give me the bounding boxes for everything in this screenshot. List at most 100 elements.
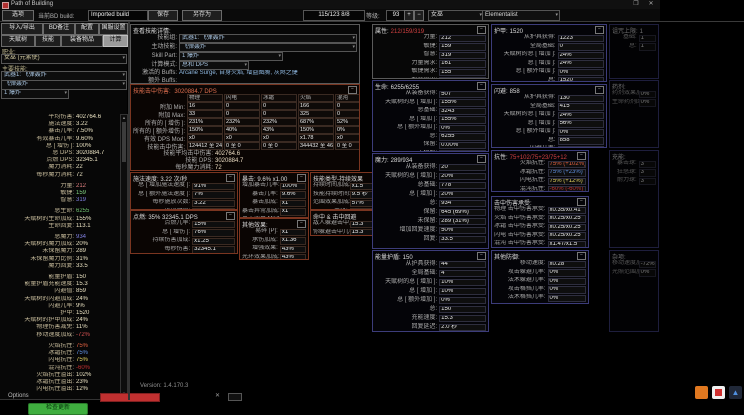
tab-notes[interactable]: BD备注: [43, 23, 75, 35]
stat-row: 智慧需求:155: [375, 77, 486, 80]
stat-row: 保留:0.00%: [375, 141, 486, 150]
collapse-button[interactable]: −: [477, 252, 486, 260]
stat-row: 增加暴击几率:100%: [242, 182, 306, 191]
save-as-button[interactable]: 另存为: [182, 10, 222, 21]
options-text[interactable]: Options: [8, 393, 29, 399]
sidebar-class-dropdown[interactable]: 女巫 (元素使): [1, 54, 127, 64]
stat-row: 保留:645 (69%): [375, 208, 486, 217]
stat-row: 每秒施放次数:3.22: [133, 199, 235, 208]
collapse-button[interactable]: −: [477, 155, 486, 163]
stat-row: 总 [ 增加施法速度 ]:91%: [133, 182, 235, 191]
misc-panel: 杂项: 移动速度加成:-72%光照范围加成:0%: [609, 250, 659, 332]
collapse-button[interactable]: −: [297, 220, 306, 228]
red-badge[interactable]: [100, 393, 160, 402]
stat-row: 每秒伤害:32345.1: [133, 246, 235, 255]
panel-title: 查看技能详情:: [133, 26, 171, 35]
form-dropdown[interactable]: 1 爆炸: [179, 52, 283, 61]
title-bar: Path of Building: [0, 0, 660, 9]
tab-items[interactable]: 装备物品: [61, 35, 103, 47]
build-label: 当前BD build:: [38, 11, 74, 20]
skill-part-dropdown[interactable]: 1 爆炸: [1, 89, 69, 99]
class-dropdown[interactable]: 女巫: [428, 10, 484, 21]
sidebar-scrollbar[interactable]: ▲ ▼: [120, 114, 128, 398]
collapse-button[interactable]: −: [595, 26, 604, 34]
form-dropdown[interactable]: 总和 DPS: [179, 61, 249, 70]
collapse-button[interactable]: −: [226, 174, 235, 182]
collapse-button[interactable]: −: [226, 212, 235, 220]
form-dropdown[interactable]: 飞弹轰炸: [179, 43, 357, 52]
table-cell: 0 至 0: [261, 142, 297, 150]
stat-row: 你躲避击中几率:15.3: [313, 229, 375, 237]
build-name-box[interactable]: Imported build: [88, 10, 148, 21]
tray-icon-white[interactable]: [712, 386, 725, 399]
table-cell: 232%: [224, 118, 260, 126]
form-row: Skill Part:1 爆炸: [133, 52, 357, 61]
sidebar-stat-row: 有效暴击几率:9.60%: [0, 136, 119, 143]
stat-row: 承伤加成:x1.36: [242, 237, 306, 246]
tab-calcs[interactable]: 计算: [103, 35, 128, 47]
sidebar-stat-row: 物理伤害减免:11%: [0, 324, 119, 331]
resists-panel: 抗性:75+102/75+23/75+12− 火焰抗性:75% (+102%)冰…: [491, 150, 589, 192]
tray-icon-blue[interactable]: ▲: [729, 386, 742, 399]
panel-title: 技能击中伤害:: [133, 89, 171, 95]
stat-row: 移动速度加成:-72%: [612, 260, 656, 269]
stat-row: 技能持续时间:9.5 秒: [313, 191, 375, 200]
stat-row: 法术格挡几率:0%: [494, 294, 586, 303]
table-cell: 150%: [298, 126, 334, 134]
tab-tree[interactable]: 天赋树: [1, 35, 35, 47]
summary-row: 技能 DPS:3020884.7: [133, 158, 357, 165]
tab-cn-server[interactable]: 国服设置: [99, 23, 128, 35]
collapse-button[interactable]: −: [297, 174, 306, 182]
level-plus-button[interactable]: +: [404, 10, 414, 21]
sidebar-stat-row: 天赋树的魔力加成:20%: [0, 241, 119, 248]
stat-row: 总:1520: [494, 77, 604, 83]
scrollbar-thumb[interactable]: [122, 122, 126, 162]
table-cell: 0: [335, 110, 360, 118]
life-panel: 生命:6255/6255− 从装备获得:507天赋树的总 [ 增加 ]:155%…: [372, 80, 489, 152]
stat-row: 总 [ 增加 ]:56%: [494, 120, 604, 129]
sidebar-stat-row: 未保留魔力:289: [0, 248, 119, 255]
form-dropdown[interactable]: 武器1: 飞弹轰炸: [179, 34, 357, 43]
sidebar-stat-row: 火焰抗性溢出:102%: [0, 372, 119, 379]
collapse-button[interactable]: −: [477, 82, 486, 90]
tray-icon-orange[interactable]: [695, 386, 708, 399]
stat-row: 混沌 击中伤害承受:x1.47/x1.5: [494, 240, 586, 248]
stat-row: 物理 击中伤害承受:x0.35/x0.41: [494, 206, 586, 215]
collapse-button[interactable]: −: [577, 252, 586, 260]
passive-points-box: 115/123 8/8: [303, 10, 365, 21]
ascendancy-dropdown[interactable]: Elementalist: [482, 10, 560, 21]
collapse-button[interactable]: −: [595, 86, 604, 94]
collapse-button[interactable]: −: [577, 152, 586, 160]
table-cell: 0 至 0: [335, 142, 360, 150]
options-button[interactable]: 选项: [2, 10, 34, 21]
sidebar-stat-row: 能量护盾充能速度:15.3: [0, 281, 119, 288]
tab-skills[interactable]: 技能: [35, 35, 61, 47]
cast-speed-panel: 施法速度: 3.22 次/秒− 总 [ 增加施法速度 ]:91%总 [ 额外施法…: [130, 172, 238, 210]
stat-row: 全局基础:4: [375, 269, 486, 278]
check-update-button[interactable]: 检查更新: [28, 403, 88, 415]
maximize-button[interactable]: ❐: [630, 1, 642, 8]
scroll-up-icon[interactable]: ▲: [121, 115, 127, 121]
close-x-icon[interactable]: ✕: [215, 392, 220, 399]
collapse-button[interactable]: −: [477, 26, 486, 34]
collapse-button[interactable]: −: [577, 198, 586, 206]
top-toolbar: 选项 当前BD build: Imported build 保存 另存为 115…: [0, 9, 660, 21]
table-cell: 124412 至 243100: [187, 142, 223, 150]
sidebar-stat-row: 移动速度加成:-72%: [0, 332, 119, 339]
table-col-header: 火焰: [298, 94, 334, 102]
tab-import-export[interactable]: 导入/导出: [1, 23, 43, 35]
level-input[interactable]: 93: [386, 10, 406, 21]
stat-row: 从装备获得:20: [375, 163, 486, 172]
save-button[interactable]: 保存: [148, 10, 178, 21]
sidebar-stat-row: 总 DPS:3020884.7: [0, 150, 119, 157]
stat-row: 从护具获得:130: [494, 94, 604, 103]
table-cell: x0: [261, 134, 297, 142]
collapse-button[interactable]: −: [348, 86, 357, 94]
level-minus-button[interactable]: −: [414, 10, 424, 21]
stat-row: 敌人躲避击中几率:15.3: [313, 220, 375, 229]
tab-config[interactable]: 配置: [75, 23, 99, 35]
stat-row: 范围效果加成:57%: [313, 199, 375, 208]
stat-row: 敏捷需求:155: [375, 68, 486, 77]
close-button[interactable]: ✕: [645, 1, 657, 8]
table-cell: 150%: [187, 126, 223, 134]
